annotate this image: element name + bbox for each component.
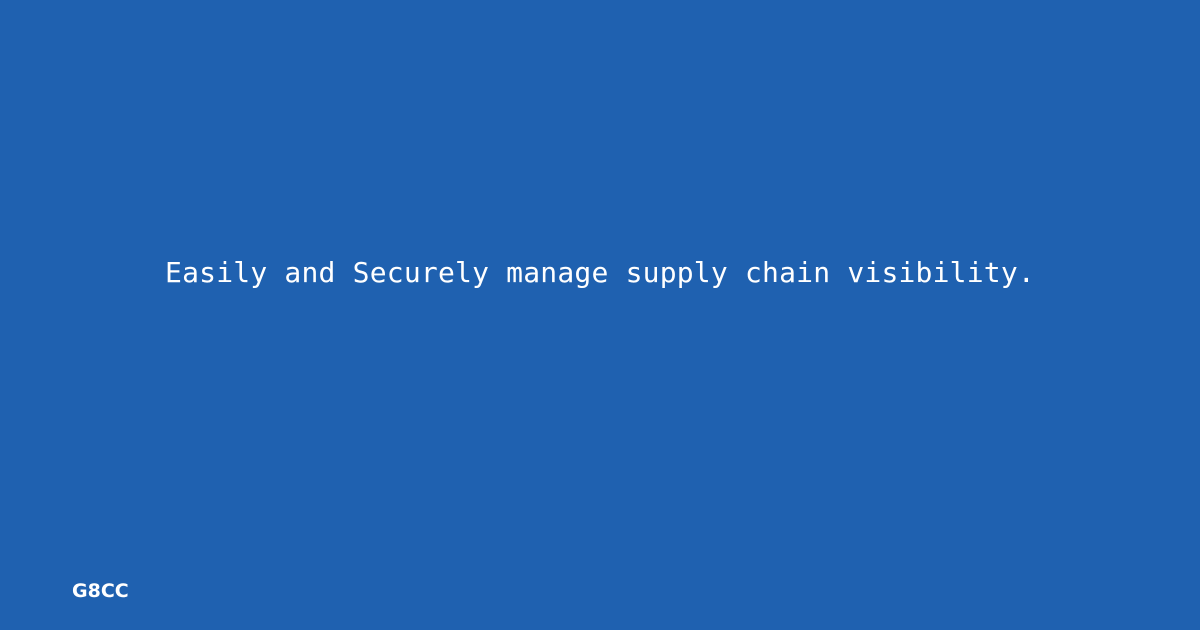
brand-name: G8CC	[72, 580, 129, 602]
tagline: Easily and Securely manage supply chain …	[165, 256, 1035, 289]
social-card: Easily and Securely manage supply chain …	[0, 0, 1200, 630]
